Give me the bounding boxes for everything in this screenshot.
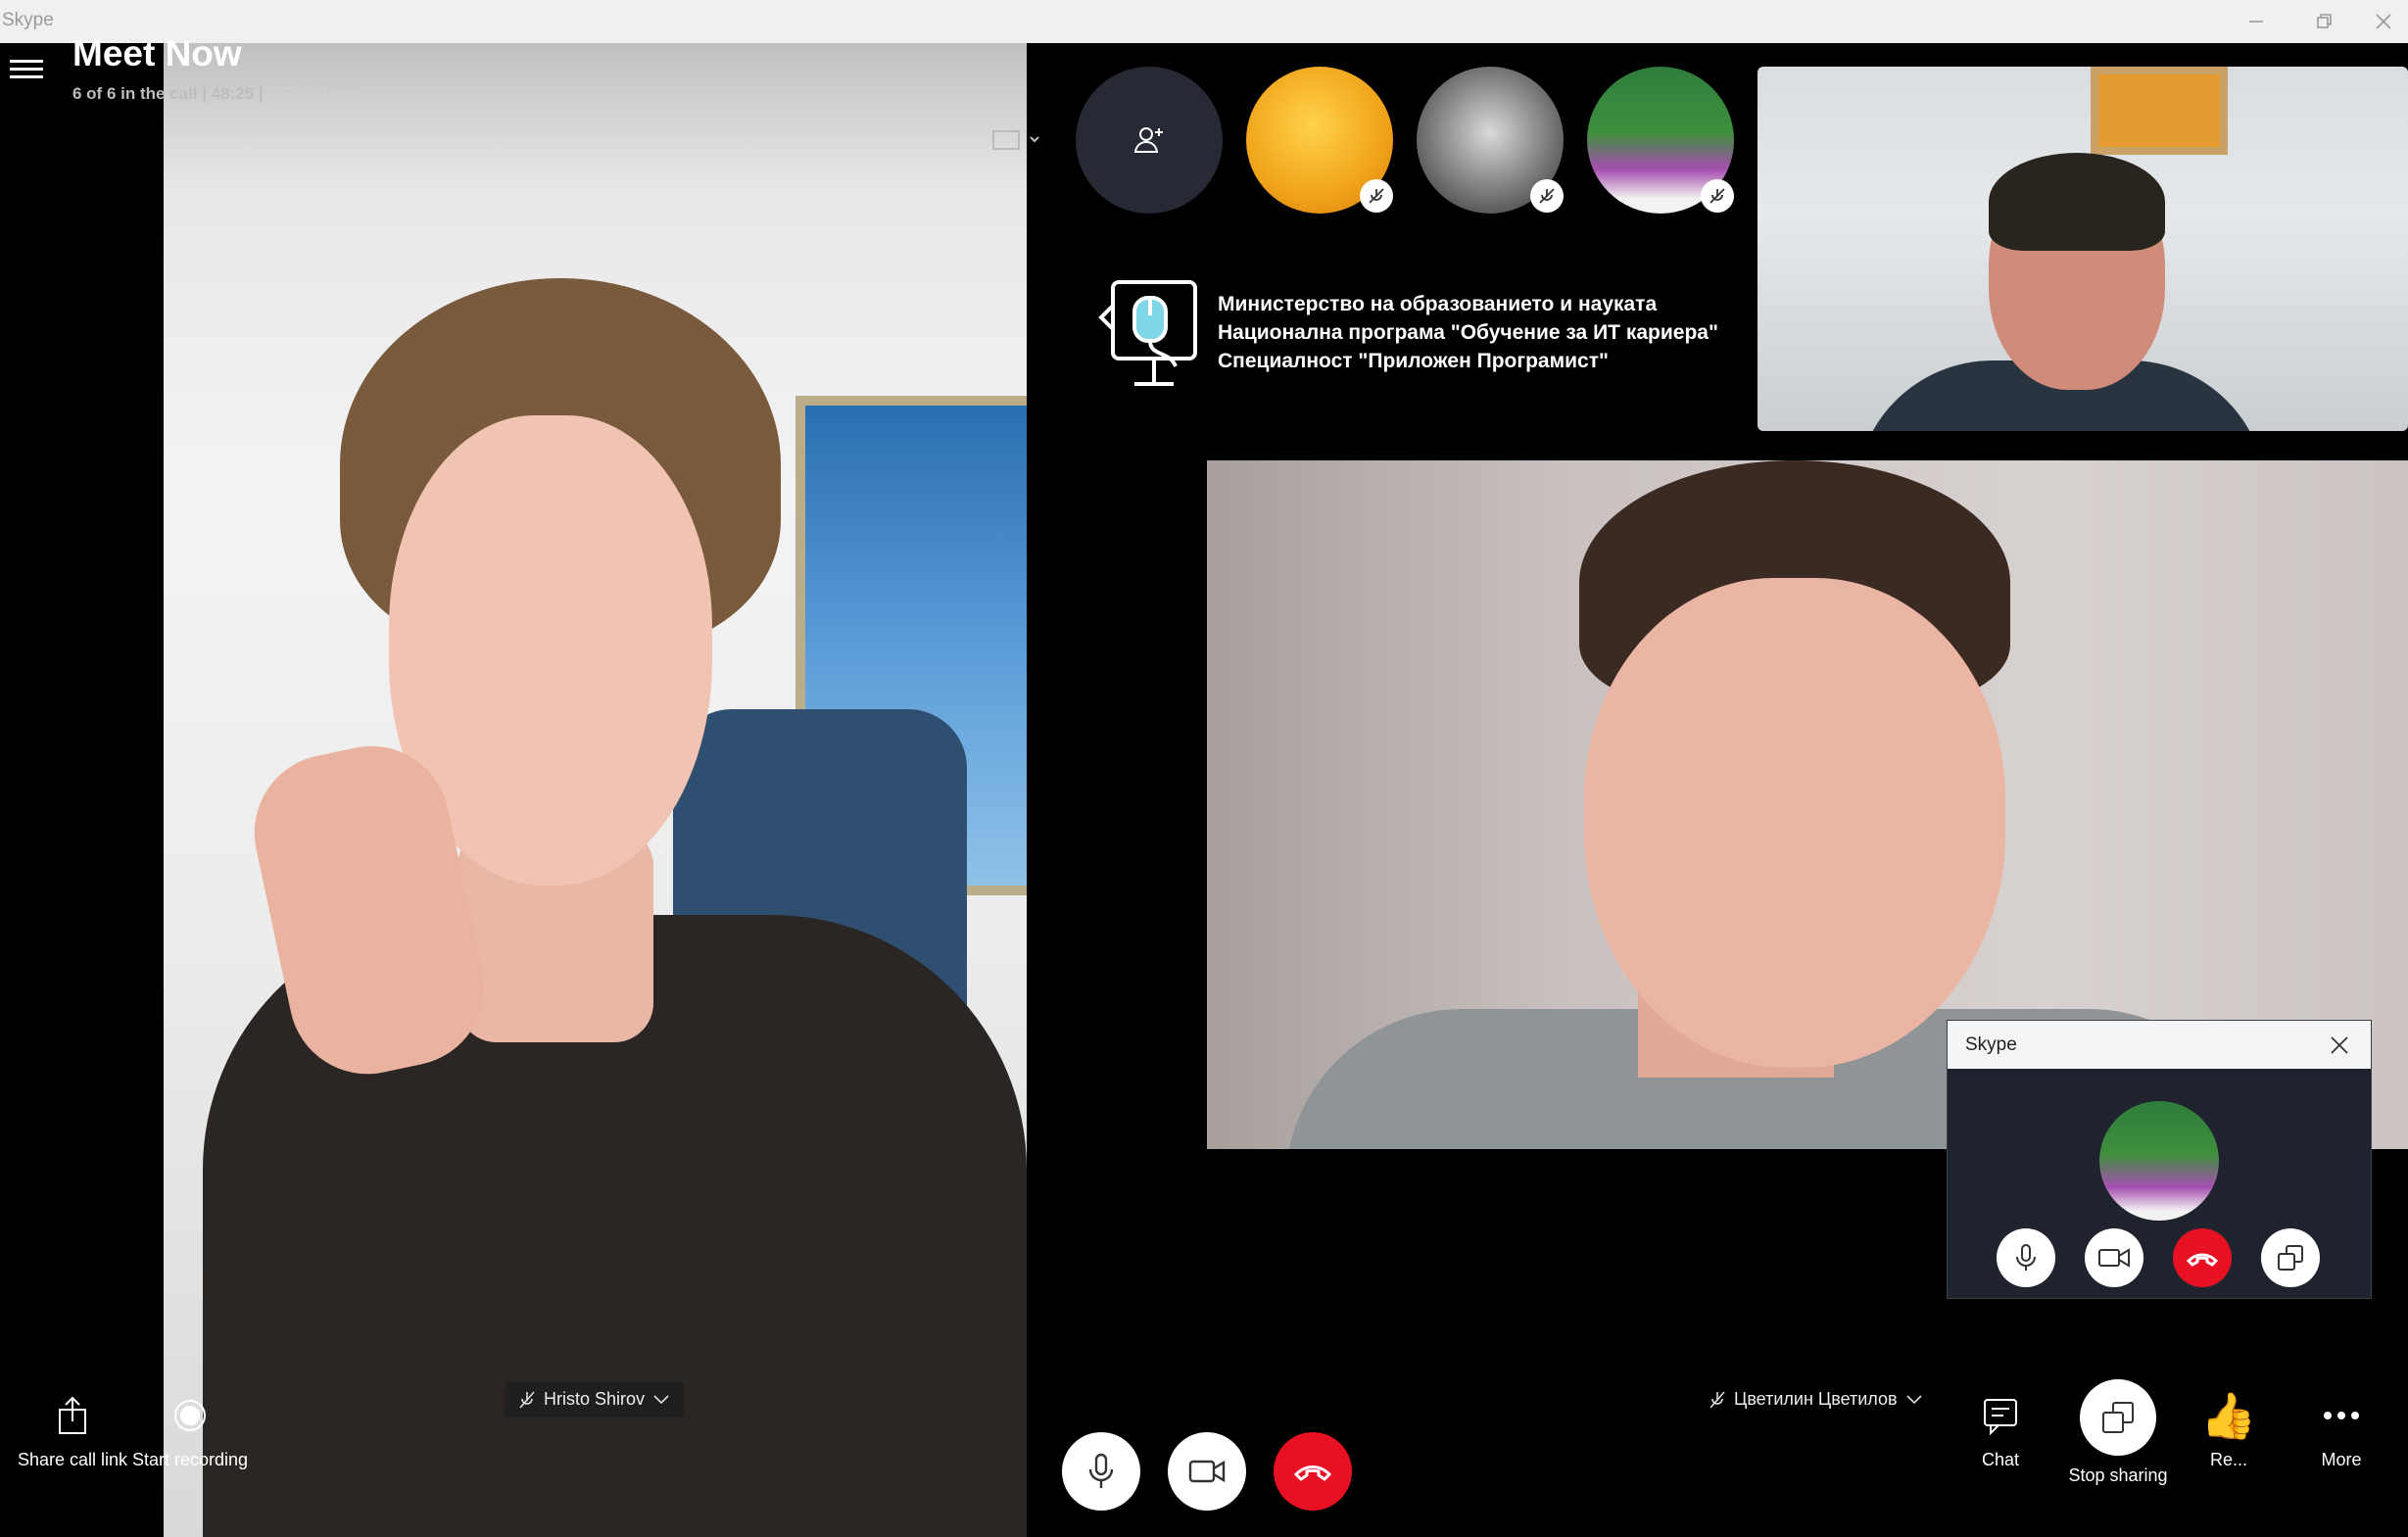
close-icon <box>2331 1036 2348 1054</box>
participant-name-badge-left[interactable]: Hristo Shirov <box>505 1381 685 1417</box>
microphone-icon <box>2016 1244 2036 1271</box>
video-button[interactable] <box>1168 1432 1246 1511</box>
chevron-down-icon <box>1905 1394 1922 1404</box>
restore-button[interactable] <box>2290 0 2359 43</box>
close-icon <box>2376 14 2391 29</box>
mini-avatar <box>2099 1101 2219 1221</box>
chat-button[interactable]: Chat <box>1942 1391 2059 1471</box>
call-title: Meet Now <box>72 33 242 73</box>
stop-sharing-icon <box>2102 1402 2134 1433</box>
more-button[interactable]: More <box>2283 1391 2400 1471</box>
mic-muted-icon <box>519 1390 535 1409</box>
minimize-button[interactable] <box>2222 0 2290 43</box>
hang-up-icon <box>1293 1465 1332 1481</box>
mic-muted-icon <box>1710 1390 1725 1409</box>
start-recording-button[interactable]: Start recording <box>131 1391 249 1471</box>
window-title: Skype <box>2 10 54 30</box>
mini-call-window[interactable]: Skype <box>1947 1020 2372 1299</box>
mini-video-button[interactable] <box>2085 1228 2143 1287</box>
mic-muted-icon <box>1530 179 1564 213</box>
mini-close-button[interactable] <box>2330 1035 2349 1055</box>
gallery-icon <box>281 88 298 100</box>
participant-name-badge-main[interactable]: Цветилин Цветилов <box>1695 1381 1937 1417</box>
participant-video-tile-top-right[interactable] <box>1758 67 2408 431</box>
chat-icon <box>1984 1399 2017 1435</box>
add-person-icon <box>1133 127 1163 153</box>
window-title-bar: Skype <box>0 0 2408 43</box>
reactions-button[interactable]: 👍 Re... <box>2170 1391 2288 1471</box>
thumbs-up-icon: 👍 <box>2200 1390 2257 1441</box>
it-career-logo <box>1095 276 1205 392</box>
more-icon <box>2324 1412 2359 1419</box>
left-video-pane <box>0 43 1027 1537</box>
mini-hang-up-button[interactable] <box>2173 1228 2232 1287</box>
shared-screen-banner: Министерство на образованието и науката … <box>1218 293 1718 372</box>
minimize-icon <box>2249 21 2263 23</box>
mini-window-title-bar: Skype <box>1948 1021 2371 1069</box>
microphone-button[interactable] <box>1062 1432 1140 1511</box>
mini-microphone-button[interactable] <box>1997 1228 2055 1287</box>
mic-muted-icon <box>1360 179 1393 213</box>
microphone-icon <box>1088 1453 1114 1488</box>
share-call-link-button[interactable]: Share call link <box>14 1391 131 1471</box>
mini-share-screen-button[interactable] <box>2261 1228 2320 1287</box>
add-participant-button[interactable] <box>1076 67 1223 214</box>
stop-sharing-icon <box>2278 1245 2303 1271</box>
call-status: 6 of 6 in the call | 48:25 | Gallery <box>72 84 358 104</box>
record-icon <box>174 1400 206 1431</box>
participant-video-hristo[interactable] <box>164 43 1027 1537</box>
chevron-down-icon <box>653 1394 669 1404</box>
fullscreen-toggle-button[interactable] <box>991 127 1040 155</box>
mic-muted-icon <box>1701 179 1734 213</box>
hang-up-button[interactable] <box>1274 1432 1352 1511</box>
hang-up-icon <box>2186 1253 2219 1267</box>
stop-sharing-button[interactable]: Stop sharing <box>2059 1379 2177 1487</box>
share-icon <box>59 1396 86 1434</box>
gallery-view-toggle[interactable]: Gallery <box>281 84 358 103</box>
hamburger-menu-icon[interactable] <box>10 55 43 88</box>
video-camera-icon <box>2098 1248 2130 1268</box>
fullscreen-icon <box>992 130 1039 150</box>
close-window-button[interactable] <box>2359 0 2408 43</box>
video-camera-icon <box>1188 1460 1226 1483</box>
restore-icon <box>2317 14 2332 28</box>
call-participant-count: 6 of 6 in the call | 48:25 | <box>72 84 264 103</box>
